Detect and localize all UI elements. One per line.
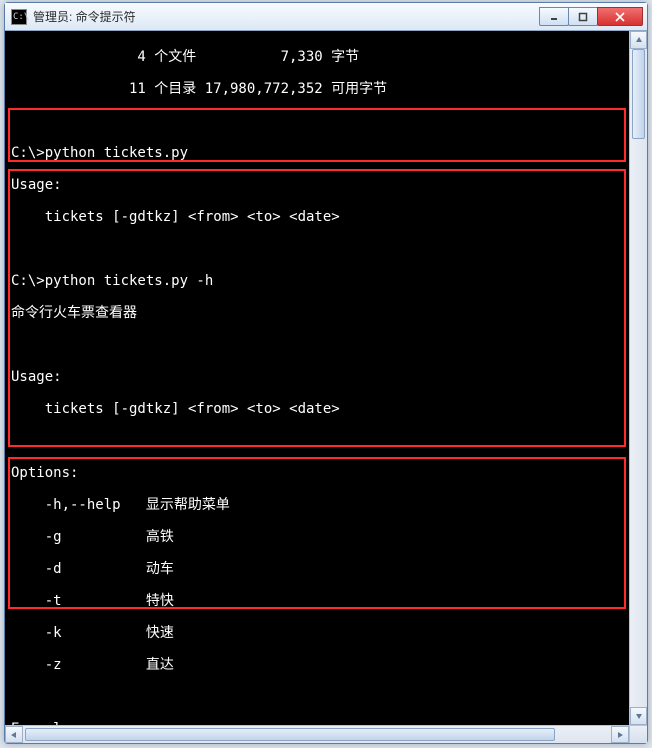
usage-hdr-1: Usage:: [11, 177, 623, 193]
option-t: -t 特快: [11, 593, 623, 609]
scroll-left-button[interactable]: [5, 726, 23, 743]
cmd-1: C:\>python tickets.py: [11, 145, 623, 161]
close-button[interactable]: [597, 7, 643, 26]
usage-line-1: tickets [-gdtkz] <from> <to> <date>: [11, 209, 623, 225]
usage-line-2: tickets [-gdtkz] <from> <to> <date>: [11, 401, 623, 417]
cmd-2: C:\>python tickets.py -h: [11, 273, 623, 289]
option-z: -z 直达: [11, 657, 623, 673]
minimize-button[interactable]: [539, 7, 569, 26]
scroll-up-button[interactable]: [630, 31, 647, 49]
window-buttons: [540, 7, 643, 26]
blank: [11, 113, 623, 129]
options-hdr: Options:: [11, 465, 623, 481]
client-area: 4 个文件 7,330 字节 11 个目录 17,980,772,352 可用字…: [5, 31, 647, 743]
option-d: -d 动车: [11, 561, 623, 577]
scrollbar-corner: [629, 725, 647, 743]
scroll-down-button[interactable]: [630, 707, 647, 725]
window-title: 管理员: 命令提示符: [33, 8, 540, 25]
usage-hdr-2: Usage:: [11, 369, 623, 385]
app-icon: C:\: [11, 9, 27, 25]
vscroll-track[interactable]: [630, 49, 647, 707]
titlebar[interactable]: C:\ 管理员: 命令提示符: [5, 3, 647, 31]
command-prompt-window: C:\ 管理员: 命令提示符 4 个文件 7,330 字节 11 个目录 17,…: [4, 2, 648, 744]
horizontal-scrollbar[interactable]: [5, 725, 629, 743]
scroll-right-button[interactable]: [611, 726, 629, 743]
summary-files: 4 个文件 7,330 字节: [11, 49, 623, 65]
option-k: -k 快速: [11, 625, 623, 641]
hscroll-thumb[interactable]: [25, 728, 555, 741]
terminal-output[interactable]: 4 个文件 7,330 字节 11 个目录 17,980,772,352 可用字…: [5, 31, 629, 725]
summary-dirs: 11 个目录 17,980,772,352 可用字节: [11, 81, 623, 97]
option-g: -g 高铁: [11, 529, 623, 545]
vertical-scrollbar[interactable]: [629, 31, 647, 725]
blank: [11, 433, 623, 449]
blank: [11, 241, 623, 257]
option-help: -h,--help 显示帮助菜单: [11, 497, 623, 513]
blank: [11, 337, 623, 353]
vscroll-thumb[interactable]: [632, 49, 645, 139]
maximize-button[interactable]: [568, 7, 598, 26]
app-title: 命令行火车票查看器: [11, 305, 623, 321]
blank: [11, 689, 623, 705]
